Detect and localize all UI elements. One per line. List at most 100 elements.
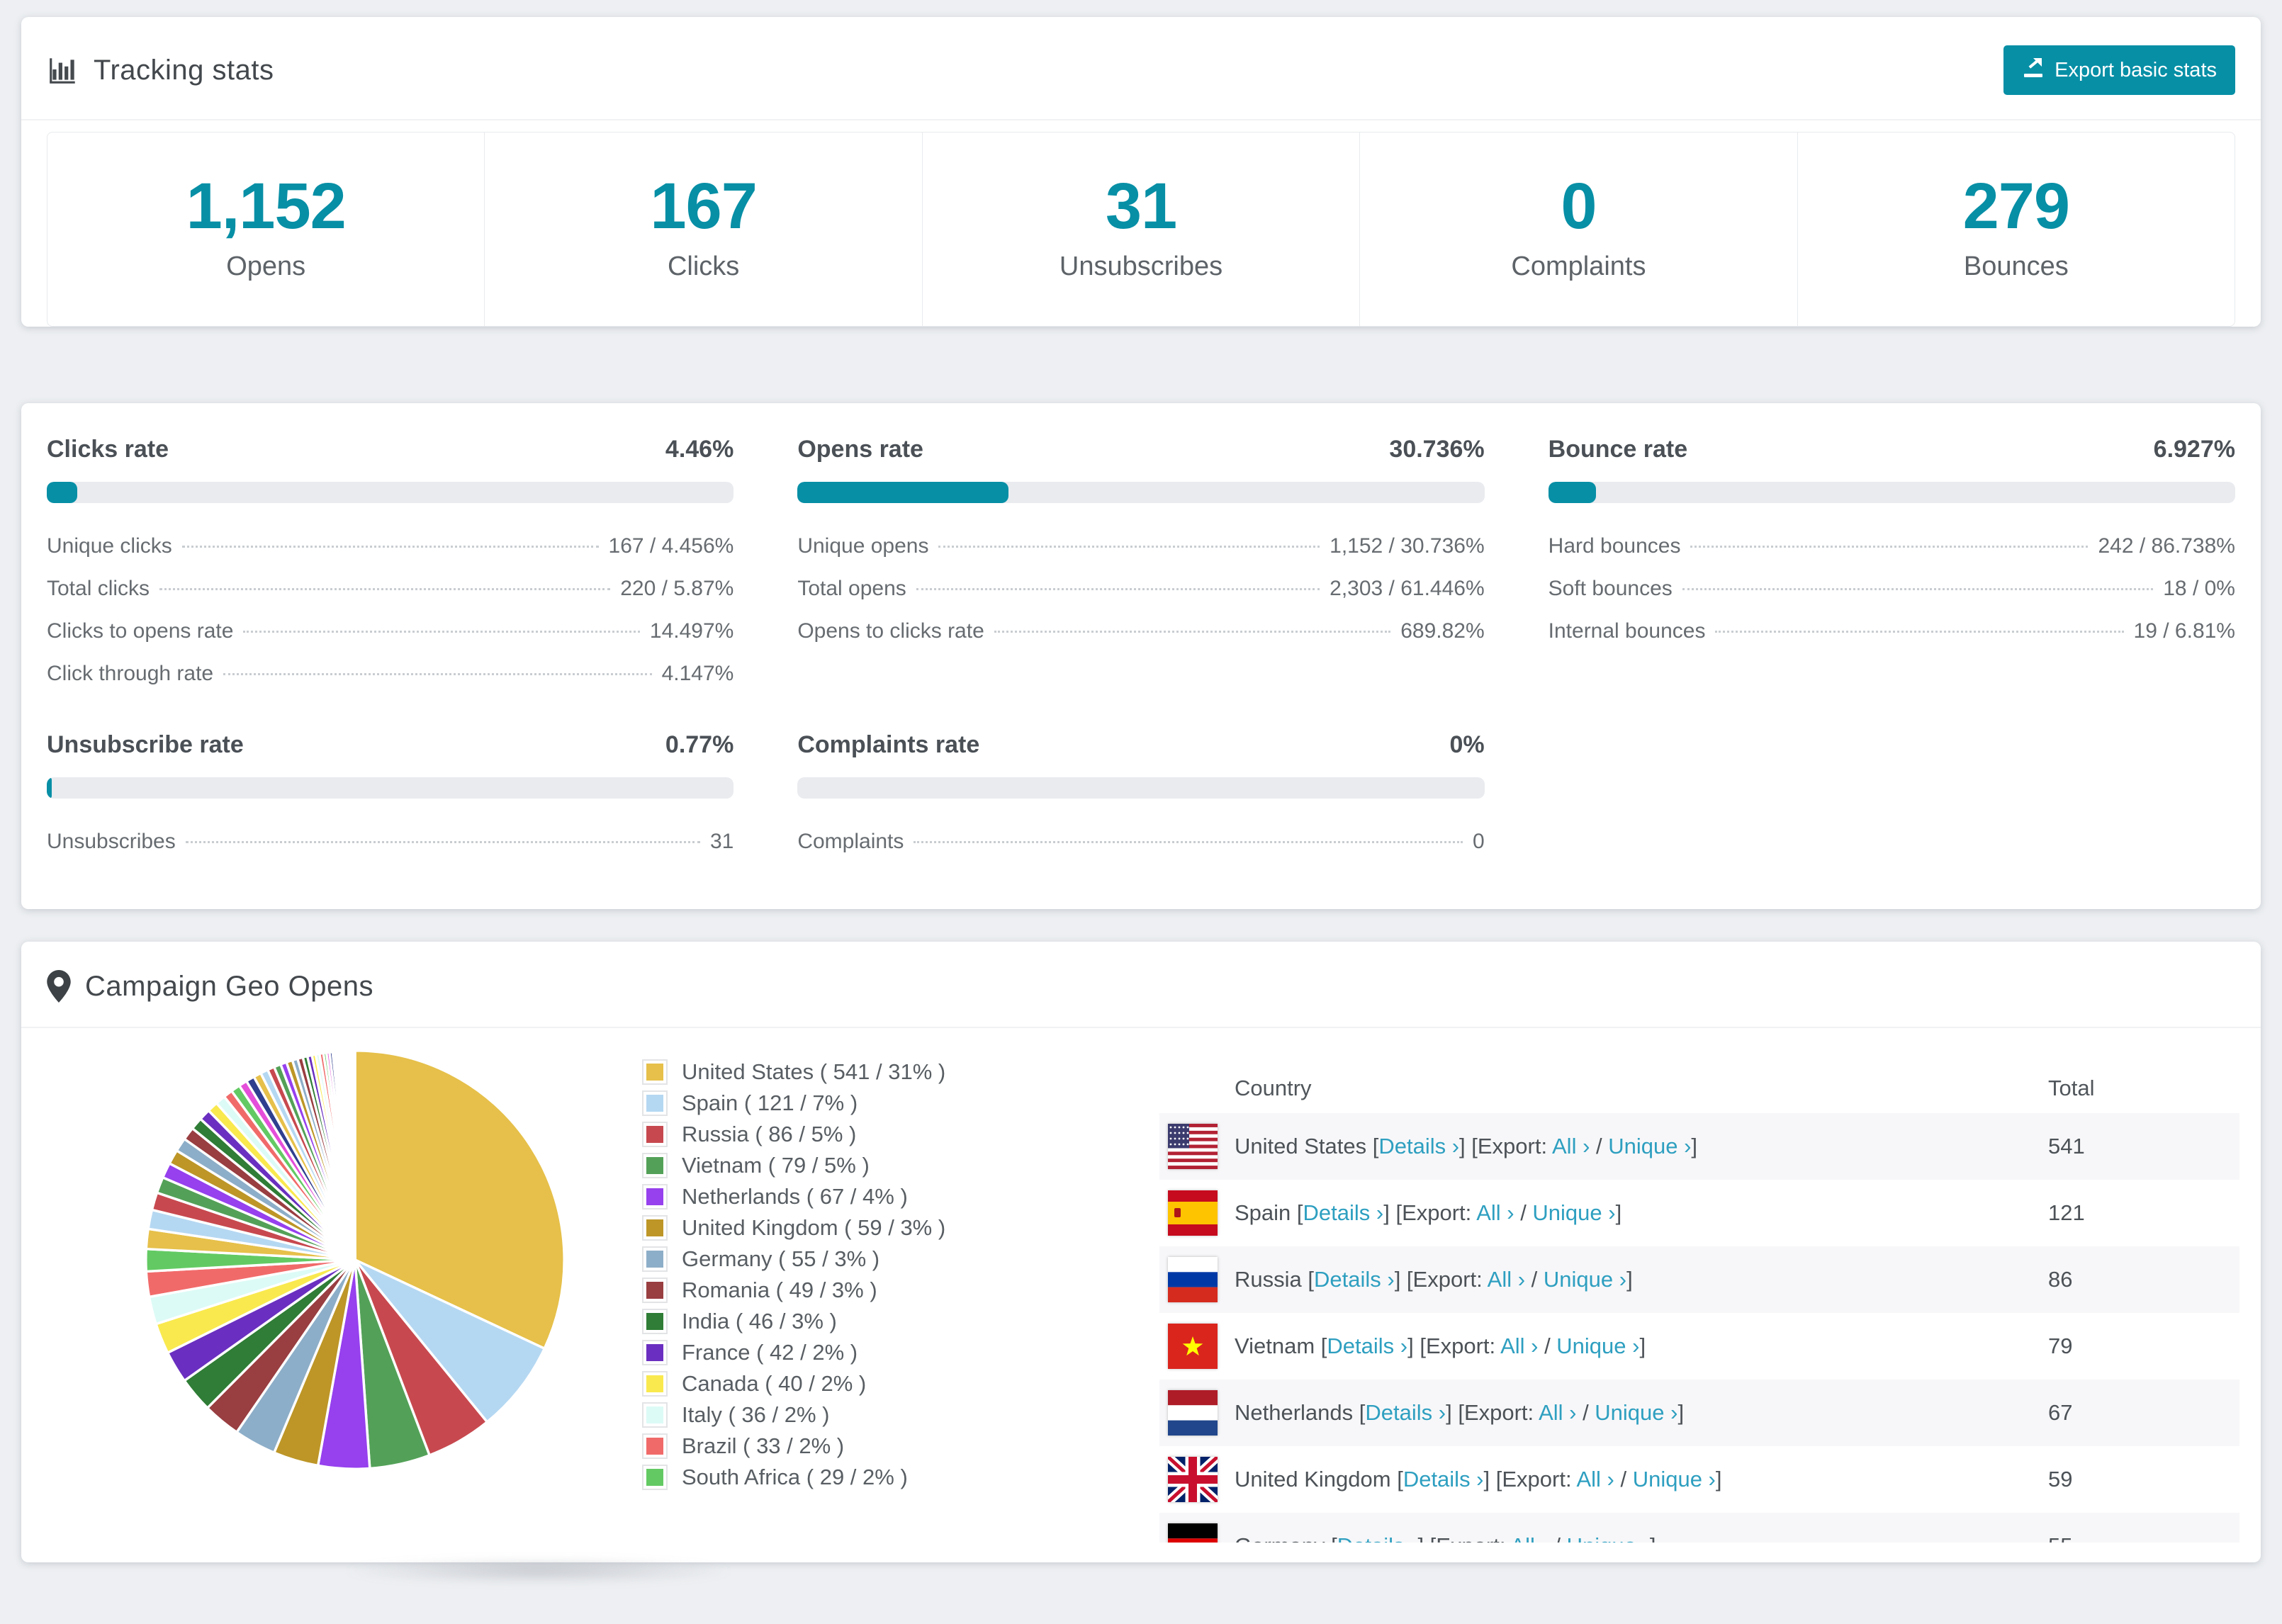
geo-section-title: Campaign Geo Opens [85, 970, 374, 1002]
legend-label: United Kingdom ( 59 / 3% ) [682, 1215, 946, 1240]
export-all-link[interactable]: All › [1500, 1333, 1538, 1358]
rate-progress-fill [1548, 482, 1596, 503]
seg-3: / [1614, 1467, 1633, 1492]
rate-detail-row: Opens to clicks rate 689.82% [797, 619, 1484, 643]
rate-progress-fill [47, 777, 52, 799]
rate-title: Clicks rate [47, 436, 169, 463]
rate-detail-row: Soft bounces 18 / 0% [1548, 577, 2235, 601]
tracking-stats-title-group: Tracking stats [47, 54, 274, 86]
details-link[interactable]: Details › [1365, 1400, 1446, 1425]
seg-4: ] [1691, 1134, 1698, 1158]
export-basic-stats-button[interactable]: Export basic stats [2003, 45, 2235, 95]
geo-title-group: Campaign Geo Opens [47, 970, 373, 1003]
details-link[interactable]: Details › [1327, 1333, 1407, 1358]
geo-row-text: Netherlands [Details ›] [Export: All › /… [1235, 1400, 2048, 1426]
country-name: Russia [1235, 1267, 1308, 1292]
country-flag-icon [1168, 1124, 1218, 1169]
campaign-geo-opens-card: Campaign Geo Opens United States ( 541 /… [21, 942, 2261, 1562]
rate-row-value: 689.82% [1400, 619, 1485, 643]
export-all-link[interactable]: All › [1539, 1400, 1576, 1425]
details-link[interactable]: Details › [1303, 1200, 1384, 1225]
legend-swatch-color [646, 1251, 663, 1268]
rate-detail-row: Hard bounces 242 / 86.738% [1548, 534, 2235, 558]
rate-head: Clicks rate 4.46% [47, 436, 734, 463]
legend-swatch-color [646, 1406, 663, 1423]
country-total: 55 [2048, 1533, 2239, 1543]
legend-swatch-color [646, 1375, 663, 1392]
export-unique-link[interactable]: Unique › [1633, 1467, 1716, 1492]
rate-detail-row: Unsubscribes 31 [47, 830, 734, 854]
legend-item: United Kingdom ( 59 / 3% ) [642, 1215, 1053, 1241]
seg-2: ] [Export: [1383, 1200, 1477, 1225]
rate-row-label: Opens to clicks rate [797, 619, 984, 643]
legend-swatch-color [646, 1313, 663, 1330]
country-total: 67 [2048, 1400, 2073, 1425]
seg-2: ] [Export: [1417, 1533, 1510, 1543]
rate-row-value: 14.497% [649, 619, 734, 643]
legend-item: Netherlands ( 67 / 4% ) [642, 1184, 1053, 1209]
export-unique-link[interactable]: Unique › [1556, 1333, 1639, 1358]
rate-row-label: Clicks to opens rate [47, 619, 234, 643]
export-all-link[interactable]: All › [1476, 1200, 1514, 1225]
country-column-header: Country [1235, 1076, 1312, 1100]
bar-chart-icon [47, 54, 79, 86]
legend-label: India ( 46 / 3% ) [682, 1309, 837, 1333]
pie-slice[interactable] [353, 1049, 356, 1261]
details-link[interactable]: Details › [1378, 1134, 1459, 1158]
dotted-leader [185, 841, 700, 843]
export-all-link[interactable]: All › [1576, 1467, 1614, 1492]
legend-swatch-color [646, 1126, 663, 1143]
export-all-link[interactable]: All › [1552, 1134, 1590, 1158]
export-unique-link[interactable]: Unique › [1544, 1267, 1626, 1292]
rate-progress-track [797, 482, 1485, 503]
tracking-stats-header: Tracking stats Export basic stats [21, 17, 2261, 120]
export-unique-link[interactable]: Unique › [1532, 1200, 1615, 1225]
rate-value: 0.77% [665, 731, 734, 758]
map-marker-icon [47, 970, 71, 1003]
rate-progress-track [1548, 482, 2235, 503]
legend-label: Italy ( 36 / 2% ) [682, 1402, 830, 1427]
table-row: Russia [Details ›] [Export: All › / Uniq… [1159, 1246, 2239, 1313]
rate-progress-track [47, 777, 734, 799]
export-unique-link[interactable]: Unique › [1595, 1400, 1677, 1425]
table-row: Netherlands [Details ›] [Export: All › /… [1159, 1380, 2239, 1446]
details-link[interactable]: Details › [1337, 1533, 1418, 1543]
export-all-link[interactable]: All › [1510, 1533, 1548, 1543]
legend-item: South Africa ( 29 / 2% ) [642, 1465, 1053, 1490]
legend-label: South Africa ( 29 / 2% ) [682, 1465, 908, 1489]
export-unique-link[interactable]: Unique › [1608, 1134, 1691, 1158]
seg-3: / [1538, 1333, 1557, 1358]
stat-box: 0 Complaints [1359, 132, 1798, 327]
details-link[interactable]: Details › [1314, 1267, 1395, 1292]
export-all-link[interactable]: All › [1488, 1267, 1525, 1292]
details-link[interactable]: Details › [1403, 1467, 1484, 1492]
geo-row-text: Vietnam [Details ›] [Export: All › / Uni… [1235, 1333, 2048, 1359]
country-name: Spain [1235, 1200, 1297, 1225]
country-flag-icon [1168, 1190, 1218, 1236]
stat-box: 1,152 Opens [47, 132, 485, 327]
rate-value: 30.736% [1389, 436, 1485, 463]
seg-2: ] [Export: [1483, 1467, 1577, 1492]
legend-swatch [642, 1309, 668, 1334]
table-row: Vietnam [Details ›] [Export: All › / Uni… [1159, 1313, 2239, 1380]
country-name: United Kingdom [1235, 1467, 1398, 1492]
legend-item: France ( 42 / 2% ) [642, 1340, 1053, 1365]
dotted-leader [159, 588, 611, 590]
rate-row-value: 1,152 / 30.736% [1330, 534, 1485, 558]
rate-row-label: Total clicks [47, 577, 150, 600]
dotted-leader [1690, 546, 2089, 548]
export-unique-link[interactable]: Unique › [1567, 1533, 1650, 1543]
legend-swatch [642, 1184, 668, 1209]
legend-swatch [642, 1465, 668, 1490]
country-name: United States [1235, 1134, 1373, 1158]
country-total: 86 [2048, 1267, 2073, 1292]
rate-row-label: Soft bounces [1548, 577, 1673, 600]
rate-detail-row: Unique opens 1,152 / 30.736% [797, 534, 1484, 558]
rate-title: Complaints rate [797, 731, 980, 758]
rate-detail-row: Total clicks 220 / 5.87% [47, 577, 734, 601]
country-name: Vietnam [1235, 1333, 1321, 1358]
legend-label: Canada ( 40 / 2% ) [682, 1371, 867, 1396]
legend-swatch [642, 1340, 668, 1365]
dotted-leader [1715, 631, 2124, 633]
stats-row: 1,152 Opens 167 Clicks 31 Unsubscribes 0… [47, 132, 2236, 327]
